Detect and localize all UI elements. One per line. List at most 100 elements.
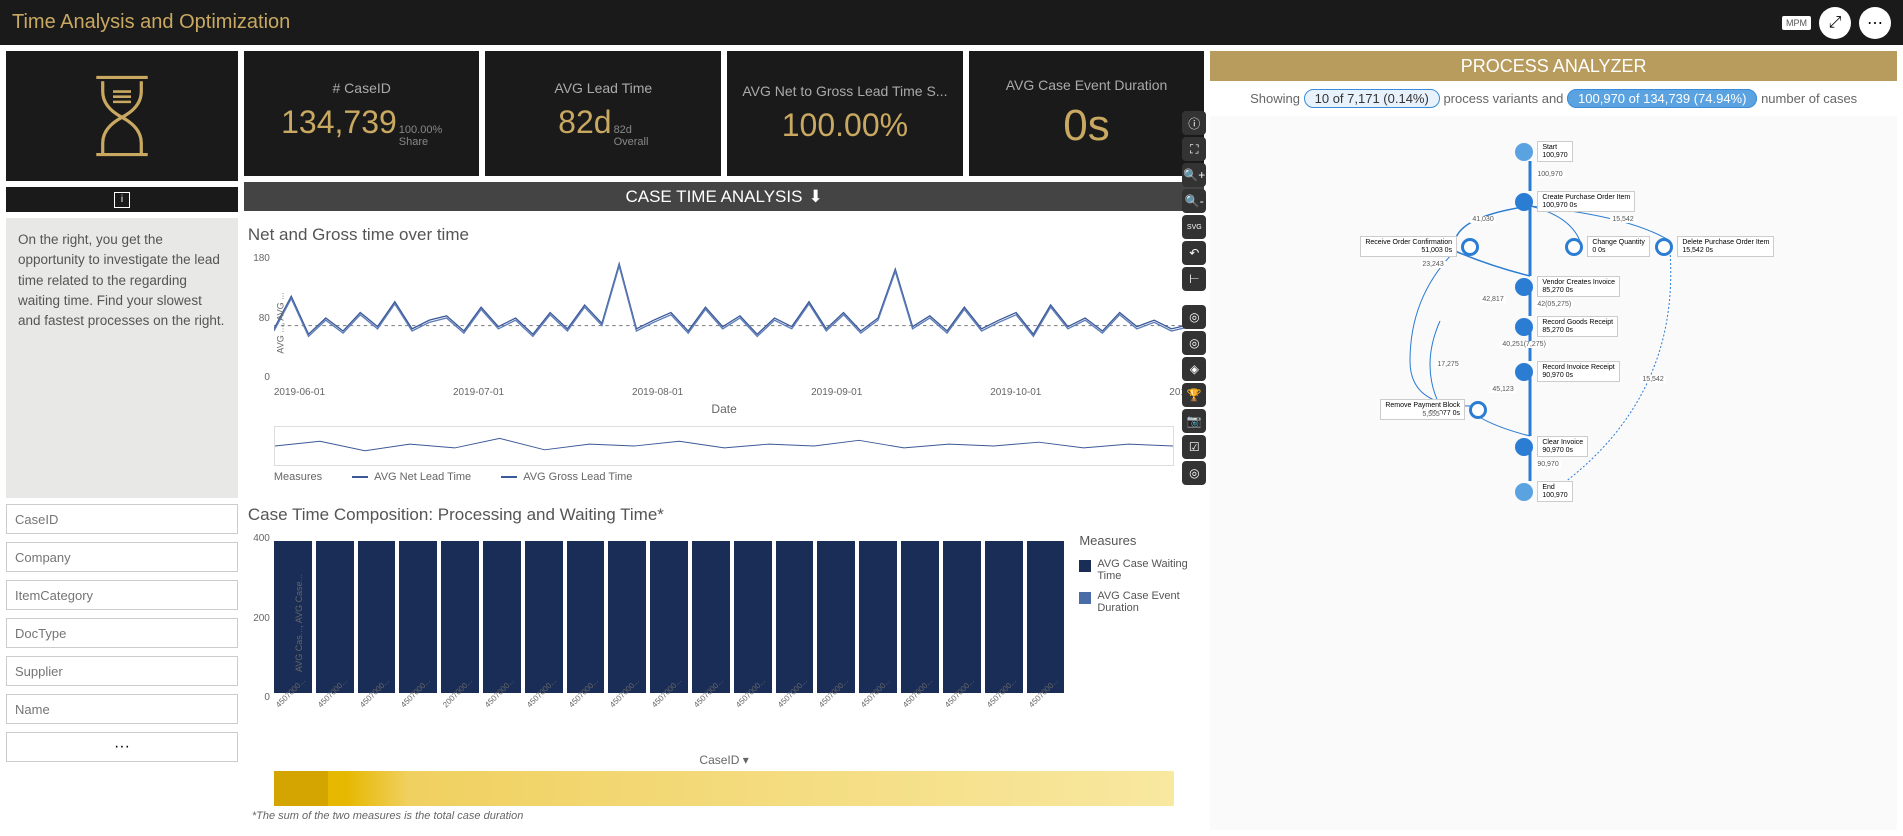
node-create-order[interactable]: Create Purchase Order Item100,970 0s xyxy=(1515,191,1635,212)
edge-label: 42(05,275) xyxy=(1535,301,1573,308)
node-goods-receipt[interactable]: Record Goods Receipt85,270 0s xyxy=(1515,316,1618,337)
kpi-label: AVG Case Event Duration xyxy=(1006,77,1168,93)
filter-name[interactable] xyxy=(6,694,238,724)
edge-label: 15,542 xyxy=(1610,216,1635,223)
variants-pill[interactable]: 10 of 7,171 (0.14%) xyxy=(1304,89,1440,108)
chart-title: Net and Gross time over time xyxy=(244,225,1204,245)
description-text: On the right, you get the opportunity to… xyxy=(6,218,238,498)
layer-tool[interactable]: ◎ xyxy=(1182,305,1206,329)
bar-legend: Measures AVG Case Waiting Time AVG Case … xyxy=(1079,533,1199,622)
y-axis-label: AVG Cas..., AVG Case... xyxy=(294,574,304,672)
filter-itemcategory[interactable] xyxy=(6,580,238,610)
legend-item-gross[interactable]: AVG Gross Lead Time xyxy=(501,471,632,483)
bar[interactable] xyxy=(274,541,312,693)
kpi-caseid: # CaseID 134,739100.00%Share xyxy=(244,51,480,176)
trophy-tool[interactable]: 🏆 xyxy=(1182,383,1206,407)
hourglass-icon xyxy=(87,71,157,161)
bar[interactable] xyxy=(316,541,354,693)
node-change-qty[interactable]: Change Quantity0 0s xyxy=(1565,236,1650,257)
node-start[interactable]: Start100,970 xyxy=(1515,141,1572,162)
section-title: CASE TIME ANALYSIS xyxy=(625,187,802,207)
bar[interactable] xyxy=(734,541,772,693)
zoom-out-tool[interactable]: 🔍- xyxy=(1182,189,1206,213)
info-tool[interactable]: ⓘ xyxy=(1182,111,1206,135)
kpi-value: 134,739100.00%Share xyxy=(281,104,442,148)
filter-doctype[interactable] xyxy=(6,618,238,648)
filter-caseid[interactable] xyxy=(6,504,238,534)
bar[interactable] xyxy=(985,541,1023,693)
bar[interactable] xyxy=(1027,541,1065,693)
layer2-tool[interactable]: ◎ xyxy=(1182,331,1206,355)
bar[interactable] xyxy=(943,541,981,693)
bar[interactable] xyxy=(650,541,688,693)
cases-pill[interactable]: 100,970 of 134,739 (74.94%) xyxy=(1567,89,1757,108)
bar[interactable] xyxy=(441,541,479,693)
main-layout: i On the right, you get the opportunity … xyxy=(0,45,1903,836)
camera-tool[interactable]: 📷 xyxy=(1182,409,1206,433)
expand-button[interactable]: ⤢ xyxy=(1819,7,1851,39)
node-invoice-receipt[interactable]: Record Invoice Receipt90,970 0s xyxy=(1515,361,1619,382)
bar[interactable] xyxy=(483,541,521,693)
bar[interactable] xyxy=(901,541,939,693)
app-header: Time Analysis and Optimization MPM ⤢ ⋯ xyxy=(0,0,1903,45)
edge-label: 42,817 xyxy=(1480,296,1505,303)
node-clear-invoice[interactable]: Clear Invoice90,970 0s xyxy=(1515,436,1588,457)
edge-label: 41,030 xyxy=(1470,216,1495,223)
svg-tool[interactable]: SVG xyxy=(1182,215,1206,239)
bar-chart[interactable]: AVG Cas..., AVG Case... 4002000 Measures… xyxy=(274,533,1064,703)
process-header: PROCESS ANALYZER xyxy=(1210,51,1897,81)
node-vendor-invoice[interactable]: Vendor Creates Invoice85,270 0s xyxy=(1515,276,1620,297)
bar[interactable] xyxy=(608,541,646,693)
kpi-label: AVG Lead Time xyxy=(554,80,652,96)
kpi-value: 0s xyxy=(1063,101,1109,151)
header-actions: MPM ⤢ ⋯ xyxy=(1782,7,1891,39)
more-filters-button[interactable]: ··· xyxy=(6,732,238,762)
info-card[interactable]: i xyxy=(6,187,238,212)
x-axis-label[interactable]: CaseID ▾ xyxy=(244,753,1204,767)
bar[interactable] xyxy=(399,541,437,693)
node-delete[interactable]: Delete Purchase Order Item15,542 0s xyxy=(1655,236,1774,257)
line-chart[interactable]: AVG ..., AVG ... 180800 xyxy=(274,253,1194,383)
x-axis-label: Date xyxy=(244,402,1204,416)
bar[interactable] xyxy=(776,541,814,693)
fit-tool[interactable]: ⛶ xyxy=(1182,137,1206,161)
brush-chart[interactable] xyxy=(274,426,1174,466)
brush-yellow-chart[interactable] xyxy=(274,771,1174,806)
diamond-tool[interactable]: ◈ xyxy=(1182,357,1206,381)
bar[interactable] xyxy=(859,541,897,693)
edge-label: 45,123 xyxy=(1490,386,1515,393)
node-confirm[interactable]: Receive Order Confirmation51,003 0s xyxy=(1360,236,1479,257)
check-tool[interactable]: ☑ xyxy=(1182,435,1206,459)
bar[interactable] xyxy=(358,541,396,693)
kpi-label: AVG Net to Gross Lead Time S... xyxy=(742,83,947,99)
hourglass-card xyxy=(6,51,238,181)
undo-tool[interactable]: ↶ xyxy=(1182,241,1206,265)
y-ticks: 4002000 xyxy=(246,533,270,703)
line-chart-section: Net and Gross time over time AVG ..., AV… xyxy=(244,217,1204,491)
more-button[interactable]: ⋯ xyxy=(1859,7,1891,39)
legend-item-duration[interactable]: AVG Case Event Duration xyxy=(1079,590,1199,614)
filter-company[interactable] xyxy=(6,542,238,572)
bar[interactable] xyxy=(692,541,730,693)
filter-supplier[interactable] xyxy=(6,656,238,686)
cursor-tool[interactable]: ⊢ xyxy=(1182,267,1206,291)
process-toolbar: ⓘ ⛶ 🔍+ 🔍- SVG ↶ ⊢ ◎ ◎ ◈ 🏆 📷 ☑ ◎ xyxy=(1182,111,1208,485)
bar[interactable] xyxy=(817,541,855,693)
bar[interactable] xyxy=(567,541,605,693)
kpi-leadtime: AVG Lead Time 82d82dOverall xyxy=(485,51,721,176)
target-tool[interactable]: ◎ xyxy=(1182,461,1206,485)
legend-item-waiting[interactable]: AVG Case Waiting Time xyxy=(1079,558,1199,582)
node-end[interactable]: End100,970 xyxy=(1515,481,1572,502)
line-legend: Measures AVG Net Lead Time AVG Gross Lea… xyxy=(244,471,1204,483)
arrow-down-icon: ⬇ xyxy=(808,187,822,207)
edge-label: 5,555 xyxy=(1420,411,1442,418)
process-info: Showing 10 of 7,171 (0.14%) process vari… xyxy=(1210,81,1897,116)
legend-item-net[interactable]: AVG Net Lead Time xyxy=(352,471,471,483)
zoom-in-tool[interactable]: 🔍+ xyxy=(1182,163,1206,187)
legend-title: Measures xyxy=(274,471,322,483)
process-canvas[interactable]: Start100,970 Create Purchase Order Item1… xyxy=(1210,116,1897,830)
info-icon: i xyxy=(114,192,130,208)
bar[interactable] xyxy=(525,541,563,693)
kpi-value: 82d82dOverall xyxy=(558,104,648,148)
chart-title: Case Time Composition: Processing and Wa… xyxy=(244,505,1204,525)
